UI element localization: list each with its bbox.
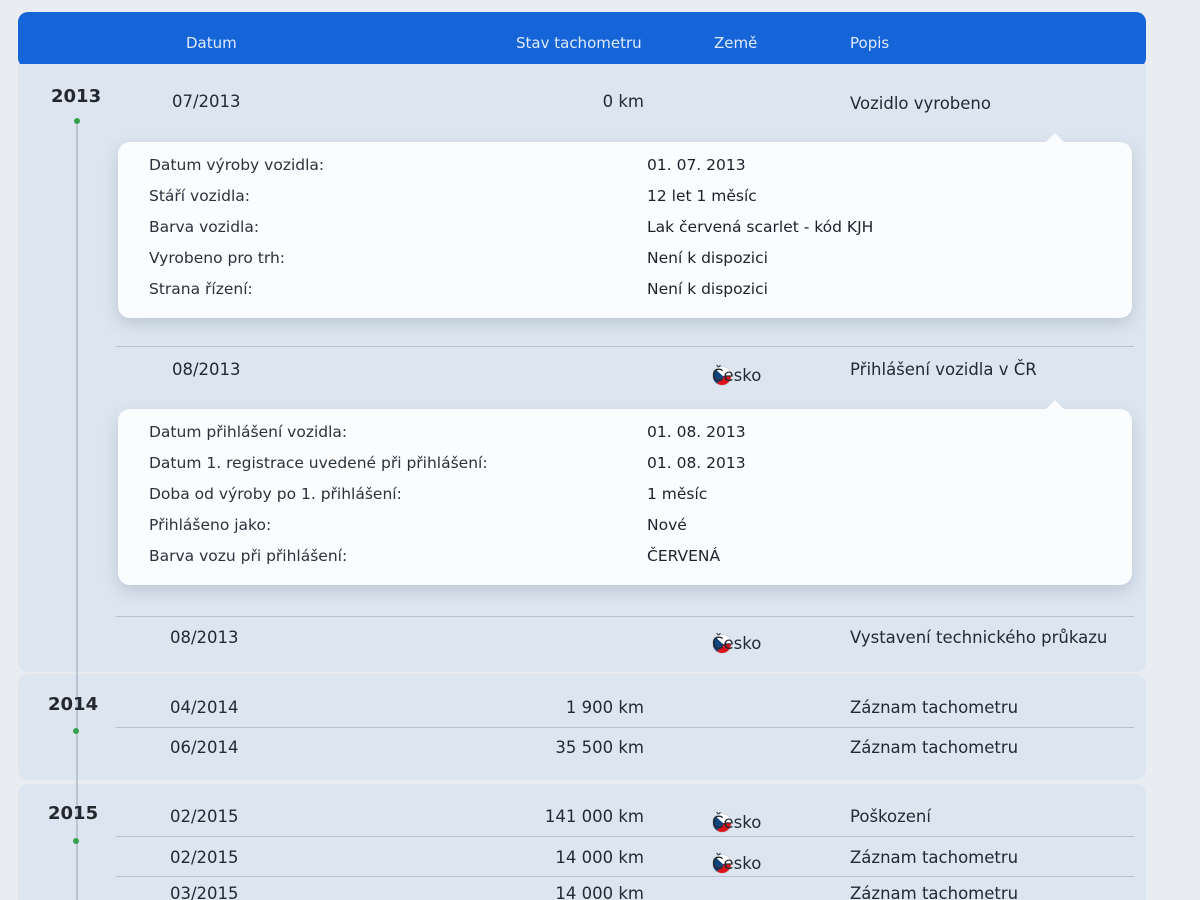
row-divider	[116, 836, 1134, 837]
vehicle-history-timeline: Datum Stav tachometru Země Popis 2013 20…	[0, 0, 1200, 900]
row-description: Záznam tachometru	[850, 848, 1019, 867]
row-date: 07/2013	[172, 92, 241, 111]
detail-value: Není k dispozici	[647, 280, 768, 298]
row-description: Vystavení technického průkazu	[850, 628, 1108, 647]
row-date: 03/2015	[170, 884, 239, 900]
header-country: Země	[714, 34, 758, 52]
header-date: Datum	[186, 34, 237, 52]
detail-key: Datum výroby vozidla:	[149, 156, 325, 174]
row-odometer: 35 500 km	[555, 738, 644, 757]
table-row[interactable]: 04/2014 1 900 km Záznam tachometru	[0, 692, 1200, 722]
detail-key: Doba od výroby po 1. přihlášení:	[149, 485, 402, 503]
row-odometer: 14 000 km	[555, 848, 644, 867]
row-divider	[116, 346, 1134, 347]
detail-row: Doba od výroby po 1. přihlášení: 1 měsíc	[118, 481, 1132, 509]
row-divider	[116, 727, 1134, 728]
row-date: 04/2014	[170, 698, 239, 717]
row-date: 08/2013	[172, 360, 241, 379]
detail-key: Vyrobeno pro trh:	[149, 249, 285, 267]
detail-row: Datum 1. registrace uvedené při přihláše…	[118, 450, 1132, 478]
detail-row: Strana řízení: Není k dispozici	[118, 276, 1132, 304]
detail-row: Barva vozidla: Lak červená scarlet - kód…	[118, 214, 1132, 242]
detail-row: Vyrobeno pro trh: Není k dispozici	[118, 245, 1132, 273]
row-odometer: 141 000 km	[544, 807, 644, 826]
table-row[interactable]: 06/2014 35 500 km Záznam tachometru	[0, 732, 1200, 762]
detail-row: Přihlášeno jako: Nové	[118, 512, 1132, 540]
detail-value: Není k dispozici	[647, 249, 768, 267]
timeline-line	[76, 124, 78, 900]
detail-row: Datum přihlášení vozidla: 01. 08. 2013	[118, 419, 1132, 447]
row-country-label: Česko	[712, 366, 762, 385]
detail-key: Barva vozu při přihlášení:	[149, 547, 348, 565]
row-description: Přihlášení vozidla v ČR	[850, 360, 1037, 379]
table-row[interactable]: 03/2015 14 000 km Záznam tachometru	[0, 878, 1200, 900]
timeline-dot-2013	[74, 118, 80, 124]
detail-value: ČERVENÁ	[647, 547, 721, 565]
detail-value: Lak červená scarlet - kód KJH	[647, 218, 874, 236]
table-row[interactable]: 02/2015 14 000 km Česko Záznam tachometr…	[0, 842, 1200, 874]
detail-value: 01. 07. 2013	[647, 156, 746, 174]
detail-key: Datum přihlášení vozidla:	[149, 423, 348, 441]
row-country-label: Česko	[712, 634, 762, 653]
table-row[interactable]: 02/2015 141 000 km Česko Poškození	[0, 801, 1200, 833]
detail-key: Barva vozidla:	[149, 218, 260, 236]
production-details-card: Datum výroby vozidla: 01. 07. 2013 Stáří…	[118, 133, 1132, 318]
row-country-label: Česko	[712, 854, 762, 873]
row-divider	[116, 876, 1134, 877]
row-description: Poškození	[850, 807, 931, 826]
detail-key: Strana řízení:	[149, 280, 253, 298]
row-description: Záznam tachometru	[850, 738, 1019, 757]
header-odometer: Stav tachometru	[516, 34, 642, 52]
header-description: Popis	[850, 34, 890, 52]
table-row[interactable]: 08/2013 Česko Vystavení technického průk…	[0, 622, 1200, 654]
row-date: 08/2013	[170, 628, 239, 647]
detail-key: Stáří vozidla:	[149, 187, 250, 205]
row-description: Vozidlo vyrobeno	[850, 94, 991, 113]
registration-details-card: Datum přihlášení vozidla: 01. 08. 2013 D…	[118, 400, 1132, 585]
detail-row: Barva vozu při přihlášení: ČERVENÁ	[118, 543, 1132, 571]
table-row[interactable]: 07/2013 0 km Vozidlo vyrobeno	[0, 86, 1200, 116]
detail-value: Nové	[647, 516, 687, 534]
detail-value: 12 let 1 měsíc	[647, 187, 757, 205]
row-date: 02/2015	[170, 848, 239, 867]
detail-key: Datum 1. registrace uvedené při přihláše…	[149, 454, 488, 472]
row-description: Záznam tachometru	[850, 698, 1019, 717]
row-odometer: 14 000 km	[555, 884, 644, 900]
row-date: 06/2014	[170, 738, 239, 757]
detail-row: Stáří vozidla: 12 let 1 měsíc	[118, 183, 1132, 211]
row-country-label: Česko	[712, 813, 762, 832]
table-header: Datum Stav tachometru Země Popis	[18, 12, 1146, 68]
table-row[interactable]: 08/2013 Česko Přihlášení vozidla v ČR	[0, 354, 1200, 386]
detail-row: Datum výroby vozidla: 01. 07. 2013	[118, 152, 1132, 180]
detail-key: Přihlášeno jako:	[149, 516, 272, 534]
detail-value: 01. 08. 2013	[647, 423, 746, 441]
row-date: 02/2015	[170, 807, 239, 826]
detail-value: 1 měsíc	[647, 485, 708, 503]
detail-value: 01. 08. 2013	[647, 454, 746, 472]
row-odometer: 1 900 km	[565, 698, 644, 717]
row-odometer: 0 km	[602, 92, 644, 111]
row-divider	[116, 616, 1134, 617]
row-description: Záznam tachometru	[850, 884, 1019, 900]
